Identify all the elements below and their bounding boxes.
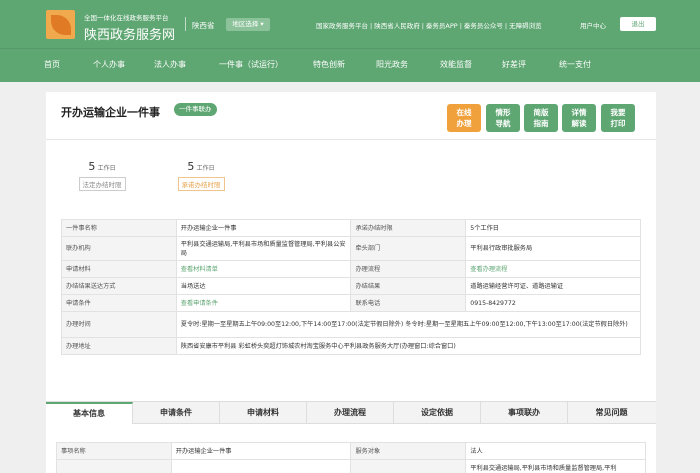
brand-title[interactable]: 陕西政务服务网 bbox=[84, 24, 175, 43]
logout-button[interactable]: 退出 bbox=[620, 17, 656, 31]
tab-legal-basis[interactable]: 设定依据 bbox=[394, 402, 481, 424]
tab-conditions[interactable]: 申请条件 bbox=[133, 402, 220, 424]
site-logo-icon[interactable] bbox=[46, 10, 75, 39]
legal-time-limit: 5 工作日 法定办结时限 bbox=[72, 160, 132, 191]
top-header: 全国一体化在线政务服务平台 陕西政务服务网 陕西省 地区选择 ▾ 国家政务服务平… bbox=[0, 0, 700, 48]
brand-subtitle: 全国一体化在线政务服务平台 bbox=[84, 14, 169, 22]
conditions-link[interactable]: 查看申请条件 bbox=[181, 300, 218, 307]
brief-guide-button[interactable]: 简版 指南 bbox=[524, 104, 558, 132]
joint-handling-badge: 一件事联办 bbox=[174, 103, 217, 116]
top-links: 国家政务服务平台 | 陕西省人民政府 | 秦务员APP | 秦务员公众号 | 无障碍浏览 bbox=[314, 22, 544, 30]
tab-basic-info[interactable]: 基本信息 bbox=[46, 402, 133, 424]
title-divider bbox=[46, 139, 656, 140]
nav-payment[interactable]: 统一支付 bbox=[559, 59, 591, 70]
nav-personal[interactable]: 个人办事 bbox=[93, 59, 125, 70]
nav-evaluation[interactable]: 好差评 bbox=[502, 59, 526, 70]
nav-one-thing[interactable]: 一件事（试运行） bbox=[219, 59, 283, 70]
link-provincial-government[interactable]: 陕西省人民政府 bbox=[372, 22, 422, 30]
print-button[interactable]: 我要 打印 bbox=[601, 104, 635, 132]
detail-interpretation-button[interactable]: 详情 解读 bbox=[562, 104, 596, 132]
tab-faq[interactable]: 常见问题 bbox=[568, 402, 655, 424]
process-link[interactable]: 查看办理流程 bbox=[470, 266, 507, 273]
header-divider bbox=[185, 17, 186, 31]
service-info-table: 一件事名称 开办运输企业一件事 承诺办结时限 5个工作日 联办机构 平利县交通运输局,… bbox=[61, 219, 642, 355]
main-nav: 首页 个人办事 法人办事 一件事（试运行） 特色创新 阳光政务 效能监督 好差评… bbox=[0, 48, 700, 82]
region-select-button[interactable]: 地区选择 ▾ bbox=[226, 18, 270, 31]
material-list-link[interactable]: 查看材料清单 bbox=[181, 266, 218, 273]
detail-tabs: 基本信息 申请条件 申请材料 办理流程 设定依据 事项联办 常见问题 bbox=[46, 401, 656, 424]
nav-open-affairs[interactable]: 阳光政务 bbox=[376, 59, 408, 70]
tab-joint-handling[interactable]: 事项联办 bbox=[481, 402, 568, 424]
basic-info-table: 事项名称 开办运输企业一件事 服务对象 法人 平利县交通运输局,平利县市场和质量监督… bbox=[56, 442, 646, 473]
nav-enterprise[interactable]: 法人办事 bbox=[154, 59, 186, 70]
service-detail-card: 开办运输企业一件事 一件事联办 在线 办理 情形 导航 简版 指南 详情 解读 我要 打印… bbox=[46, 92, 656, 473]
page-title: 开办运输企业一件事 bbox=[61, 106, 160, 119]
link-accessibility[interactable]: 无障碍浏览 bbox=[507, 22, 544, 30]
nav-home[interactable]: 首页 bbox=[44, 59, 60, 70]
promise-time-limit: 5 工作日 承诺办结时限 bbox=[171, 160, 231, 191]
online-handle-button[interactable]: 在线 办理 bbox=[447, 104, 481, 132]
nav-supervision[interactable]: 效能监督 bbox=[440, 59, 472, 70]
link-national-platform[interactable]: 国家政务服务平台 bbox=[314, 22, 370, 30]
link-app[interactable]: 秦务员APP bbox=[424, 22, 460, 30]
nav-innovation[interactable]: 特色创新 bbox=[313, 59, 345, 70]
tab-process[interactable]: 办理流程 bbox=[307, 402, 394, 424]
situation-guide-button[interactable]: 情形 导航 bbox=[486, 104, 520, 132]
link-wechat[interactable]: 秦务员公众号 bbox=[462, 22, 505, 30]
tab-materials[interactable]: 申请材料 bbox=[220, 402, 307, 424]
current-province: 陕西省 bbox=[192, 21, 215, 30]
user-center-link[interactable]: 用户中心 bbox=[580, 20, 606, 30]
